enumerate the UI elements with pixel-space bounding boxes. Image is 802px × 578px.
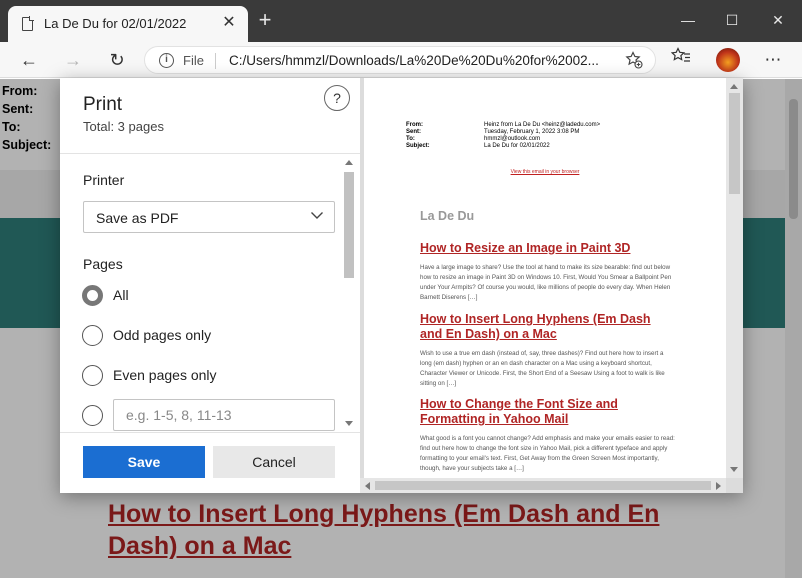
close-window-button[interactable]: ✕ xyxy=(760,6,796,34)
scroll-up-icon[interactable] xyxy=(345,160,353,165)
pages-label: Pages xyxy=(83,256,123,272)
preview-to-label: To: xyxy=(406,136,415,142)
settings-scrollbar-thumb[interactable] xyxy=(344,172,354,278)
preview-article-body: Wish to use a true em dash (instead of, … xyxy=(420,350,665,387)
address-url[interactable]: C:/Users/hmmzl/Downloads/La%20De%20Du%20… xyxy=(229,53,609,68)
preview-from-label: From: xyxy=(406,122,423,128)
scroll-down-icon[interactable] xyxy=(730,467,738,472)
new-tab-button[interactable]: + xyxy=(254,9,276,32)
scroll-right-icon[interactable] xyxy=(716,482,721,490)
back-button[interactable]: ← xyxy=(16,47,42,73)
preview-view-in-browser-link: View this email in your browser xyxy=(510,169,580,175)
reload-button[interactable]: ↻ xyxy=(104,47,130,73)
preview-sent-value: Tuesday, February 1, 2022 3:08 PM xyxy=(484,129,580,135)
preview-article-title: How to Insert Long Hyphens (Em Dash and … xyxy=(420,312,651,341)
radio-label-odd: Odd pages only xyxy=(113,327,212,343)
pages-option-odd[interactable]: Odd pages only xyxy=(82,324,342,348)
preview-sent-label: Sent: xyxy=(406,129,421,135)
printer-label: Printer xyxy=(83,172,125,188)
title-bar: La De Du for 02/01/2022 ✕ + — ☐ ✕ xyxy=(0,0,802,42)
browser-tab[interactable]: La De Du for 02/01/2022 ✕ xyxy=(8,6,248,42)
print-settings-panel: Print Total: 3 pages ? Printer Save as P… xyxy=(60,78,360,493)
print-dialog: Print Total: 3 pages ? Printer Save as P… xyxy=(60,78,743,493)
radio-all[interactable] xyxy=(82,285,103,306)
preview-to-value: hmmzl@outlook.com xyxy=(484,136,541,142)
radio-label-even: Even pages only xyxy=(113,367,217,383)
preview-from-value: Heinz from La De Du <heinz@ladedu.com> xyxy=(484,122,601,128)
scroll-down-icon[interactable] xyxy=(345,421,353,426)
preview-article-title: How to Change the Font Size and Formatti… xyxy=(420,397,618,426)
print-title: Print xyxy=(83,94,123,115)
radio-odd[interactable] xyxy=(82,325,103,346)
info-icon[interactable]: i xyxy=(159,53,174,68)
preview-article: How to Insert Long Hyphens (Em Dash and … xyxy=(420,312,676,389)
profile-avatar[interactable] xyxy=(716,48,740,72)
preview-vertical-scrollbar[interactable] xyxy=(726,78,743,478)
preview-article: How to Change the Font Size and Formatti… xyxy=(420,397,676,474)
forward-button[interactable]: → xyxy=(60,47,86,73)
preview-article-body: Have a large image to share? Use the too… xyxy=(420,264,672,301)
chevron-down-icon xyxy=(310,208,324,222)
print-total-pages: Total: 3 pages xyxy=(83,119,164,134)
settings-scrollbar[interactable] xyxy=(342,154,356,432)
preview-subject-value: La De Du for 02/01/2022 xyxy=(484,143,550,149)
page-range-input[interactable] xyxy=(113,399,335,431)
minimize-button[interactable]: — xyxy=(670,6,706,34)
scheme-label: File xyxy=(183,53,204,68)
printer-select[interactable]: Save as PDF xyxy=(83,201,335,233)
add-favorite-icon[interactable] xyxy=(625,51,643,74)
preview-email-header: From: Heinz from La De Du <heinz@ladedu.c… xyxy=(406,122,600,150)
tab-title: La De Du for 02/01/2022 xyxy=(44,16,187,31)
address-bar[interactable]: i File C:/Users/hmmzl/Downloads/La%20De%… xyxy=(144,46,656,74)
preview-hscroll-thumb[interactable] xyxy=(375,481,711,490)
preview-subject-label: Subject: xyxy=(406,143,430,149)
save-button[interactable]: Save xyxy=(83,446,205,478)
preview-horizontal-scrollbar[interactable] xyxy=(360,478,726,493)
pages-option-all[interactable]: All xyxy=(82,284,342,308)
more-icon[interactable]: ⋯ xyxy=(760,47,786,73)
preview-article-title: How to Resize an Image in Paint 3D xyxy=(420,241,631,255)
document-icon xyxy=(22,16,34,31)
help-icon[interactable]: ? xyxy=(324,85,350,111)
settings-divider xyxy=(60,153,360,154)
favorites-icon[interactable] xyxy=(668,47,694,73)
radio-label-all: All xyxy=(113,287,129,303)
printer-select-value: Save as PDF xyxy=(96,210,179,226)
browser-toolbar: ← → ↻ i File C:/Users/hmmzl/Downloads/La… xyxy=(0,42,802,78)
maximize-button[interactable]: ☐ xyxy=(714,6,750,34)
pages-option-even[interactable]: Even pages only xyxy=(82,364,342,388)
footer-divider xyxy=(60,432,360,433)
preview-vscroll-thumb[interactable] xyxy=(729,93,740,194)
scroll-up-icon[interactable] xyxy=(730,84,738,89)
radio-custom[interactable] xyxy=(82,405,103,426)
print-preview: From: Heinz from La De Du <heinz@ladedu.c… xyxy=(360,78,743,493)
preview-page: From: Heinz from La De Du <heinz@ladedu.c… xyxy=(364,78,726,478)
radio-even[interactable] xyxy=(82,365,103,386)
preview-article-body: What good is a font you cannot change? A… xyxy=(420,435,675,472)
cancel-button[interactable]: Cancel xyxy=(213,446,335,478)
tab-close-icon[interactable]: ✕ xyxy=(218,12,240,34)
preview-brand: La De Du xyxy=(420,209,475,223)
address-separator xyxy=(215,53,216,69)
preview-article: How to Resize an Image in Paint 3D Have … xyxy=(420,241,676,303)
scroll-left-icon[interactable] xyxy=(365,482,370,490)
